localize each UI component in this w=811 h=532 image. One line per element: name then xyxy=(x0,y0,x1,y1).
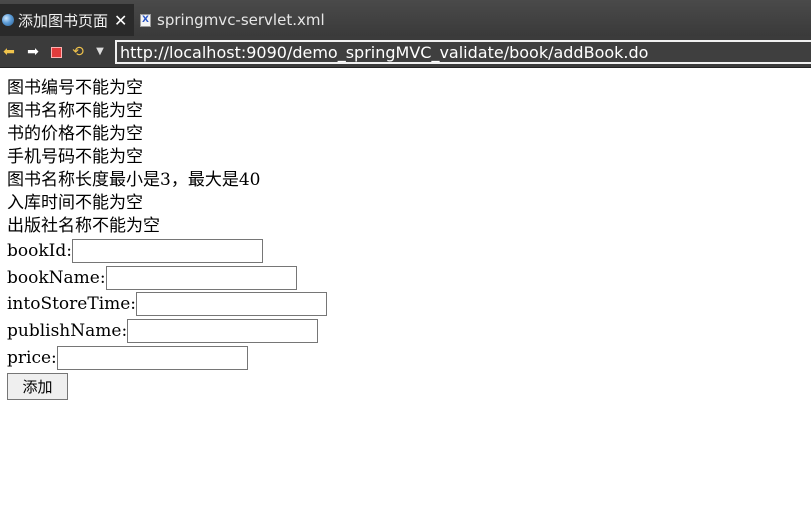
chevron-down-icon[interactable]: ▼ xyxy=(92,44,108,60)
error-message: 出版社名称不能为空 xyxy=(7,216,160,236)
page-content: 图书编号不能为空 图书名称不能为空 书的价格不能为空 手机号码不能为空 图书名称… xyxy=(7,77,328,400)
book-id-label: bookId: xyxy=(7,241,72,262)
error-message: 书的价格不能为空 xyxy=(7,124,143,144)
tab-springmvc-servlet-xml[interactable]: X springmvc-servlet.xml xyxy=(136,4,336,36)
book-name-input[interactable] xyxy=(105,265,297,290)
close-icon[interactable]: ✕ xyxy=(114,11,127,30)
url-input[interactable] xyxy=(115,40,811,64)
browser-toolbar: ⬅ ➡ ⟲ ▼ xyxy=(0,36,811,68)
publish-name-label: publishName: xyxy=(7,321,128,342)
book-name-label: bookName: xyxy=(7,267,106,288)
back-arrow-icon[interactable]: ⬅ xyxy=(1,44,17,60)
stop-icon[interactable] xyxy=(48,44,64,60)
globe-icon xyxy=(2,14,14,26)
tab-label: springmvc-servlet.xml xyxy=(157,11,325,29)
error-message: 图书名称长度最小是3，最大是40 xyxy=(7,170,261,190)
error-message: 图书名称不能为空 xyxy=(7,101,143,121)
into-store-time-row: intoStoreTime: xyxy=(7,291,328,318)
price-row: price: xyxy=(7,344,327,371)
book-name-row: bookName: xyxy=(7,265,327,292)
refresh-icon[interactable]: ⟲ xyxy=(70,44,86,60)
xml-file-icon: X xyxy=(140,13,151,27)
error-list: 图书编号不能为空 图书名称不能为空 书的价格不能为空 手机号码不能为空 图书名称… xyxy=(7,77,327,238)
price-label: price: xyxy=(7,347,57,368)
book-id-row: bookId: xyxy=(7,238,327,265)
error-message: 入库时间不能为空 xyxy=(7,193,143,213)
tab-label: 添加图书页面 xyxy=(18,11,109,30)
forward-arrow-icon[interactable]: ➡ xyxy=(25,44,41,60)
book-id-input[interactable] xyxy=(71,239,263,264)
add-book-form: bookId: bookName: intoStoreTime: publish… xyxy=(7,238,328,400)
into-store-time-input[interactable] xyxy=(136,292,328,317)
tab-add-book-page[interactable]: 添加图书页面 ✕ xyxy=(0,4,134,36)
error-message: 手机号码不能为空 xyxy=(7,147,143,167)
price-input[interactable] xyxy=(56,345,248,370)
publish-name-input[interactable] xyxy=(127,319,319,344)
add-button[interactable]: 添加 xyxy=(7,372,68,400)
tab-bar: 添加图书页面 ✕ X springmvc-servlet.xml xyxy=(0,0,811,36)
publish-name-row: publishName: xyxy=(7,318,327,345)
error-message: 图书编号不能为空 xyxy=(7,78,143,98)
into-store-time-label: intoStoreTime: xyxy=(7,294,137,315)
